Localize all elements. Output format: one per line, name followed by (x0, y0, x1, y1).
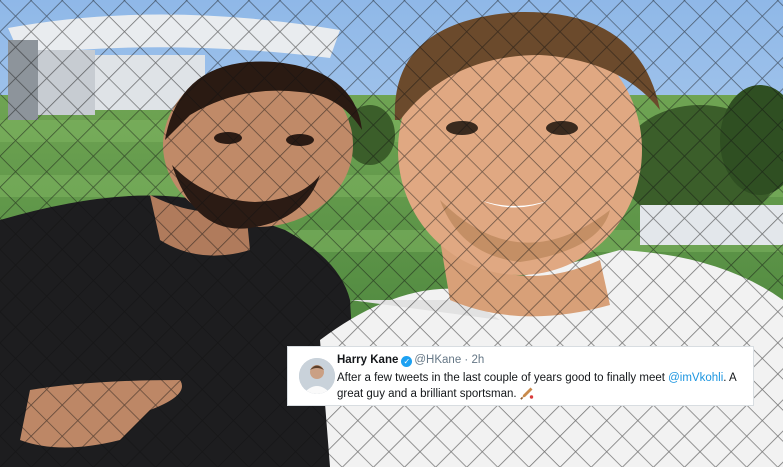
selfie-photo: Harry Kane ✓ @HKane · 2h After a few tweet… (0, 0, 783, 467)
cricket-bat-icon (519, 386, 534, 400)
verified-badge-icon: ✓ (401, 356, 413, 367)
tweet-author-handle[interactable]: @HKane (414, 354, 461, 366)
tweet-author-name[interactable]: Harry Kane (337, 354, 398, 366)
tweet-mention-link[interactable]: @imVkohli (668, 372, 723, 384)
tweet-timestamp[interactable]: 2h (471, 354, 484, 366)
tweet-header: Harry Kane ✓ @HKane · 2h (337, 353, 484, 367)
tweet-separator: · (464, 354, 469, 366)
tweet-text-start: After a few tweets in the last couple of… (337, 372, 669, 384)
tweet-card: Harry Kane ✓ @HKane · 2h After a few tweet… (287, 346, 754, 406)
tweet-text: After a few tweets in the last couple of… (337, 370, 749, 402)
avatar[interactable] (299, 358, 335, 394)
